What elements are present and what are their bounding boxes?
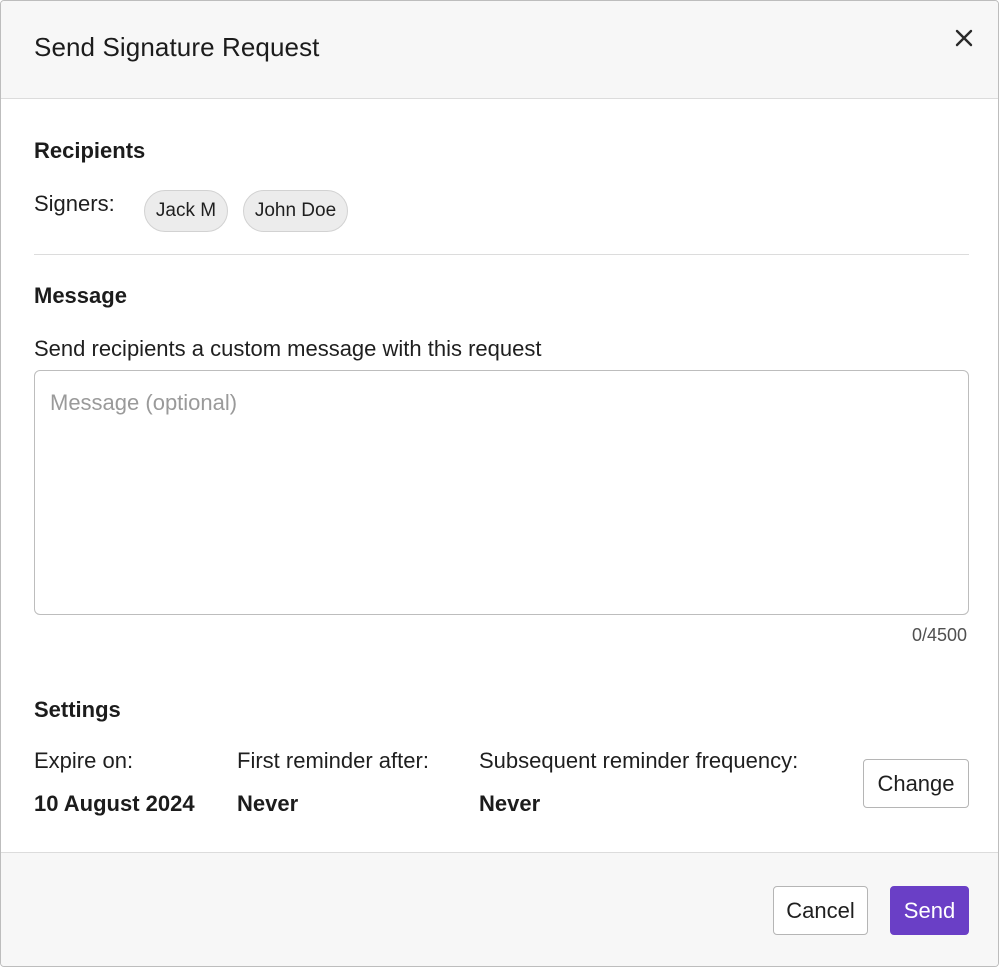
message-description: Send recipients a custom message with th… [34,336,542,361]
section-divider [34,254,969,255]
first-reminder-label: First reminder after: [237,748,429,773]
subsequent-reminder-label: Subsequent reminder frequency: [479,748,799,773]
first-reminder-value: Never [237,791,299,816]
cancel-button[interactable]: Cancel [773,886,868,935]
dialog-title: Send Signature Request [34,32,320,62]
expire-label: Expire on: [34,748,134,773]
recipients-heading: Recipients [34,138,146,163]
subsequent-reminder-value: Never [479,791,541,816]
settings-heading: Settings [34,697,121,722]
character-counter: 0/4500 [911,625,967,645]
expire-value: 10 August 2024 [34,791,195,816]
send-button[interactable]: Send [890,886,969,935]
signer-chip-jack-m[interactable]: Jack M [144,190,228,232]
signature-request-dialog: Send Signature Request Recipients Signer… [0,0,999,967]
dialog-header: Send Signature Request [1,1,998,99]
signers-label: Signers: [34,191,115,216]
signer-chip-john-doe[interactable]: John Doe [243,190,348,232]
close-button[interactable] [949,23,979,53]
close-icon [955,29,973,47]
dialog-footer: Cancel Send [1,852,998,966]
message-input[interactable] [34,370,969,615]
message-heading: Message [34,283,127,308]
change-settings-button[interactable]: Change [863,759,969,808]
